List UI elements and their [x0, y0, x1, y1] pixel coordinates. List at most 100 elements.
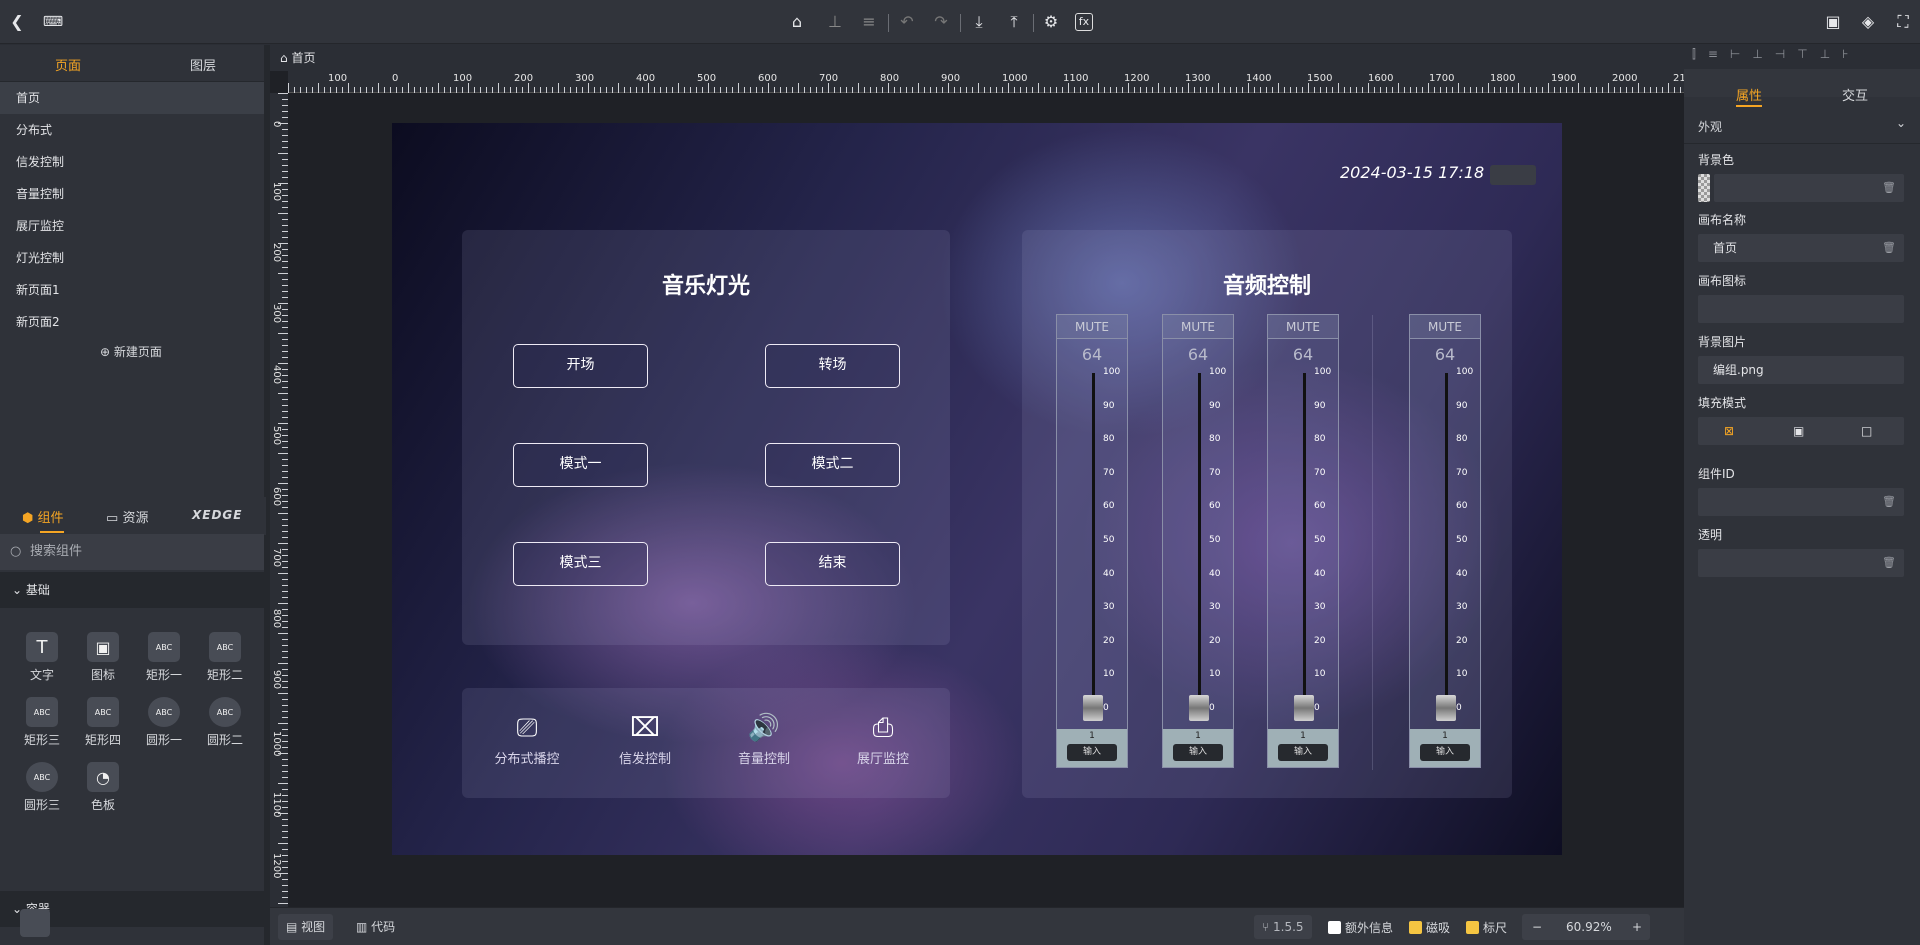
mute-button[interactable]: MUTE: [1163, 315, 1233, 339]
audio-fader[interactable]: MUTE 64 100 90 80 70 60 50 40 30 20 10 0 1 输入: [1056, 314, 1128, 768]
view-tab[interactable]: ▤ 视图: [278, 914, 334, 940]
zoom-in-icon[interactable]: +: [1632, 914, 1642, 940]
component-item[interactable]: T 文字: [18, 632, 66, 683]
component-item[interactable]: ABC 圆形二: [201, 697, 249, 748]
fader-track[interactable]: [1303, 373, 1306, 713]
fader-knob[interactable]: [1083, 695, 1103, 721]
fill-stretch-icon[interactable]: ⊠: [1724, 417, 1734, 445]
page-item[interactable]: 音量控制: [0, 178, 266, 210]
design-stage[interactable]: 2024-03-15 17:18 音乐灯光 开场 转场 模式一 模式二 模式三 …: [392, 123, 1562, 855]
redo-icon[interactable]: ↷: [930, 11, 952, 33]
breadcrumb-label[interactable]: 首页: [291, 51, 315, 65]
container-component-icon[interactable]: [20, 909, 50, 937]
vertical-ruler[interactable]: 0 100 200 300 400 500 600 700 800 900 1000 1100 1200: [270, 93, 288, 907]
component-item[interactable]: ABC 圆形一: [140, 697, 188, 748]
mode-one-button[interactable]: 模式一: [513, 443, 648, 487]
page-item[interactable]: 新页面1: [0, 274, 266, 306]
component-search-input[interactable]: ○ 搜索组件: [0, 534, 264, 570]
download-icon[interactable]: ⤓: [968, 11, 990, 33]
formula-icon[interactable]: fx: [1075, 13, 1093, 31]
transparent-input[interactable]: 🗑: [1698, 549, 1904, 577]
nav-monitor[interactable]: ⎙ 展厅监控: [828, 708, 938, 767]
mode-three-button[interactable]: 模式三: [513, 542, 648, 586]
input-button[interactable]: 输入: [1173, 744, 1223, 761]
trash-icon[interactable]: 🗑: [1882, 549, 1896, 577]
tab-layers[interactable]: 图层: [190, 55, 216, 74]
fader-track[interactable]: [1092, 373, 1095, 713]
zoom-value[interactable]: 60.92%: [1566, 914, 1612, 940]
snap-toggle[interactable]: 磁吸: [1409, 919, 1450, 936]
align-icons[interactable]: ⫿≡⊢⊥⊣⊤⊥⊦: [1692, 47, 1860, 62]
opening-button[interactable]: 开场: [513, 344, 648, 388]
brush-icon[interactable]: ⌂: [786, 11, 808, 33]
component-item[interactable]: ABC 矩形三: [18, 697, 66, 748]
page-item[interactable]: 信发控制: [0, 146, 266, 178]
appearance-section[interactable]: 外观 ⌄: [1684, 108, 1920, 144]
ruler-toggle[interactable]: 标尺: [1466, 919, 1507, 936]
mute-button[interactable]: MUTE: [1410, 315, 1480, 339]
component-item[interactable]: ABC 矩形二: [201, 632, 249, 683]
component-item[interactable]: ABC 圆形三: [18, 762, 66, 813]
audio-fader[interactable]: MUTE 64 100 90 80 70 60 50 40 30 20 10 0 1 输入: [1409, 314, 1481, 768]
canvas-name-input[interactable]: 首页 🗑: [1698, 234, 1904, 262]
zoom-out-icon[interactable]: −: [1532, 914, 1542, 940]
component-item[interactable]: ABC 矩形四: [79, 697, 127, 748]
audio-fader[interactable]: MUTE 64 100 90 80 70 60 50 40 30 20 10 0 1 输入: [1162, 314, 1234, 768]
fader-knob[interactable]: [1436, 695, 1456, 721]
extra-info-toggle[interactable]: 额外信息: [1328, 919, 1393, 936]
input-button[interactable]: 输入: [1420, 744, 1470, 761]
fill-contain-icon[interactable]: ▣: [1793, 417, 1804, 445]
nav-signage[interactable]: ⌧ 信发控制: [590, 708, 700, 767]
tab-interaction[interactable]: 交互: [1842, 85, 1868, 104]
save-icon[interactable]: ▣: [1822, 11, 1844, 33]
section-basic[interactable]: ⌄ 基础: [0, 572, 264, 608]
align-icon[interactable]: ⊥: [824, 11, 846, 33]
input-button[interactable]: 输入: [1067, 744, 1117, 761]
trash-icon[interactable]: 🗑: [1882, 174, 1896, 202]
component-item[interactable]: ABC 矩形一: [140, 632, 188, 683]
page-item[interactable]: 新页面2: [0, 306, 266, 338]
tab-properties[interactable]: 属性: [1736, 85, 1762, 104]
fader-track[interactable]: [1445, 373, 1448, 713]
nav-volume[interactable]: 🔊 音量控制: [709, 708, 819, 767]
code-tab[interactable]: ▥ 代码: [356, 914, 395, 940]
mute-button[interactable]: MUTE: [1057, 315, 1127, 339]
component-item[interactable]: ▣ 图标: [79, 632, 127, 683]
tab-components[interactable]: ⬢ 组件: [22, 507, 64, 526]
mode-two-button[interactable]: 模式二: [765, 443, 900, 487]
fullscreen-icon[interactable]: ⛶: [1892, 11, 1914, 33]
fader-knob[interactable]: [1294, 695, 1314, 721]
tab-pages[interactable]: 页面: [55, 55, 81, 74]
component-id-input[interactable]: 🗑: [1698, 488, 1904, 516]
keyboard-icon[interactable]: ⌨: [42, 11, 64, 33]
bg-color-input[interactable]: 🗑: [1714, 174, 1904, 202]
page-item[interactable]: 展厅监控: [0, 210, 266, 242]
input-button[interactable]: 输入: [1278, 744, 1328, 761]
bg-image-input[interactable]: 编组.png: [1698, 356, 1904, 384]
trash-icon[interactable]: 🗑: [1882, 234, 1896, 262]
trash-icon[interactable]: 🗑: [1882, 488, 1896, 516]
settings-icon[interactable]: ⚙: [1040, 11, 1062, 33]
end-button[interactable]: 结束: [765, 542, 900, 586]
page-item-home[interactable]: 首页: [0, 82, 266, 114]
fader-knob[interactable]: [1189, 695, 1209, 721]
new-page-button[interactable]: ⊕ 新建页面: [100, 343, 162, 360]
nav-distributed[interactable]: ⎚ 分布式播控: [472, 708, 582, 767]
layer-down-icon[interactable]: ≡: [858, 11, 880, 33]
fill-cover-icon[interactable]: □: [1861, 417, 1872, 445]
color-swatch[interactable]: [1698, 174, 1710, 202]
mute-button[interactable]: MUTE: [1268, 315, 1338, 339]
layers-icon[interactable]: ◈: [1857, 11, 1879, 33]
fader-track[interactable]: [1198, 373, 1201, 713]
canvas-icon-input[interactable]: [1698, 295, 1904, 323]
undo-icon[interactable]: ↶: [896, 11, 918, 33]
upload-icon[interactable]: ⤒: [1003, 11, 1025, 33]
component-item[interactable]: ◔ 色板: [79, 762, 127, 813]
horizontal-ruler[interactable]: 100 0 100 200 300 400 500 600 700 800 900 1000 1100 1…: [288, 71, 1698, 93]
audio-fader[interactable]: MUTE 64 100 90 80 70 60 50 40 30 20 10 0 1 输入: [1267, 314, 1339, 768]
back-chevron-icon[interactable]: ❮: [6, 11, 28, 33]
transition-button[interactable]: 转场: [765, 344, 900, 388]
page-item[interactable]: 分布式: [0, 114, 266, 146]
page-item[interactable]: 灯光控制: [0, 242, 266, 274]
tab-resources[interactable]: ▭ 资源: [106, 507, 148, 526]
